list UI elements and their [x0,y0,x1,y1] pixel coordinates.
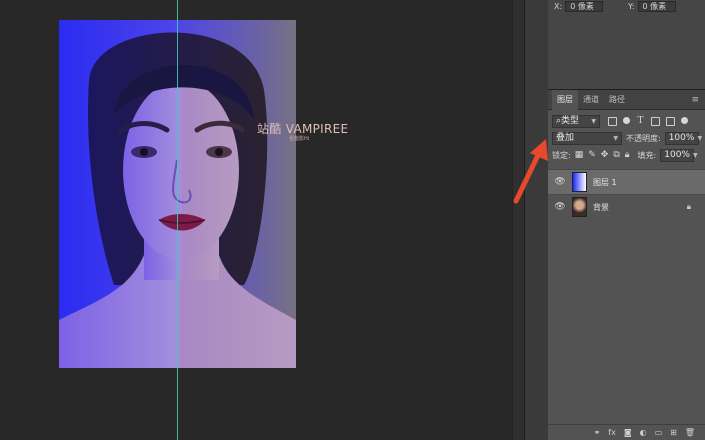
layer-thumbnail [572,172,587,192]
type-filter-icon[interactable]: T [636,117,645,126]
chevron-down-icon: ▼ [692,152,698,159]
chevron-down-icon: ▼ [613,135,618,142]
link-icon[interactable]: ⚭ [594,428,601,437]
filter-toggle-icon[interactable] [681,117,688,124]
chevron-down-icon: ▼ [591,118,596,125]
lock-row: 锁定: ▦ ✎ ✥ ⧉ 🔒︎ 填充: 100% ▼ [548,147,705,164]
opacity-field[interactable]: 100% ▼ [664,132,703,145]
layer-row-background[interactable]: 👁︎ 背景 🔒︎ [548,194,705,219]
lock-transparent-icon[interactable]: ▦ [575,151,584,160]
fill-value: 100% [664,150,690,160]
eye-icon[interactable]: 👁︎ [554,202,566,212]
watermark-subtitle: 全能影Hi [289,136,310,142]
layer-name: 背景 [593,202,609,212]
filter-kind-label: 类型 [561,116,580,126]
chevron-down-icon: ▼ [697,135,703,142]
layer-thumbnail [572,197,587,217]
fill-label: 填充: [637,151,657,160]
adjustment-filter-icon[interactable] [623,117,630,124]
lock-position-icon[interactable]: ✥ [601,151,609,160]
folder-icon[interactable]: ▭ [655,428,663,437]
adjustment-icon[interactable]: ◐ [640,428,647,437]
lock-label: 锁定: [552,151,571,160]
properties-panel: X: 0 像素 Y: 0 像素 [548,0,705,90]
opacity-value: 100% [668,133,695,143]
layers-bottom-bar: ⚭ fx ◙ ◐ ▭ ⊞ 🗑︎ [548,424,705,440]
tab-channels[interactable]: 通道 [578,90,604,110]
lock-artboard-icon[interactable]: ⧉ [613,151,619,160]
lock-icon: 🔒︎ [686,202,691,211]
y-value-field[interactable]: 0 像素 [637,0,676,12]
panel-gutter [524,0,548,440]
blend-mode-value: 叠加 [556,133,575,143]
tab-paths[interactable]: 路径 [604,90,630,110]
trash-icon[interactable]: 🗑︎ [685,428,695,437]
fx-icon[interactable]: fx [608,428,616,437]
y-coordinate: Y: 0 像素 [628,0,676,12]
panel-tabs: 图层 通道 路径 ≡ [548,89,705,110]
lock-all-icon[interactable]: 🔒︎ [625,151,630,160]
lock-paint-icon[interactable]: ✎ [588,151,596,160]
x-value-field[interactable]: 0 像素 [565,0,604,12]
eye-icon[interactable]: 👁︎ [554,177,566,187]
tab-layers[interactable]: 图层 [552,89,578,110]
layers-panel: 图层 通道 路径 ≡ ⌕ 类型 ▼ T 叠加 ▼ 不透明度: 100% ▼ 锁定… [548,89,705,440]
smart-object-filter-icon[interactable] [666,117,675,126]
filter-kind-select[interactable]: ⌕ 类型 ▼ [552,115,600,128]
blend-mode-select[interactable]: 叠加 ▼ [552,132,622,145]
new-layer-icon[interactable]: ⊞ [670,428,677,437]
shape-filter-icon[interactable] [651,117,660,126]
y-label: Y: [628,1,635,11]
canvas-scrollbar[interactable] [512,0,524,440]
x-coordinate: X: 0 像素 [554,0,604,12]
layer-row-1[interactable]: 👁︎ 图层 1 [548,169,705,194]
layer-name: 图层 1 [593,177,617,187]
panel-menu-icon[interactable]: ≡ [691,95,699,105]
lock-icons: ▦ ✎ ✥ ⧉ 🔒︎ [575,151,630,160]
filter-icons: T [608,117,688,126]
filter-row: ⌕ 类型 ▼ T [548,113,705,130]
canvas-workspace[interactable]: 站酷 VAMPIREE 全能影Hi [0,0,512,440]
blend-row: 叠加 ▼ 不透明度: 100% ▼ [548,130,705,147]
mask-icon[interactable]: ◙ [624,428,632,437]
guide-line[interactable] [177,0,178,440]
x-label: X: [554,1,563,11]
opacity-label: 不透明度: [626,134,661,143]
pixel-filter-icon[interactable] [608,117,617,126]
fill-field[interactable]: 100% ▼ [660,149,698,162]
